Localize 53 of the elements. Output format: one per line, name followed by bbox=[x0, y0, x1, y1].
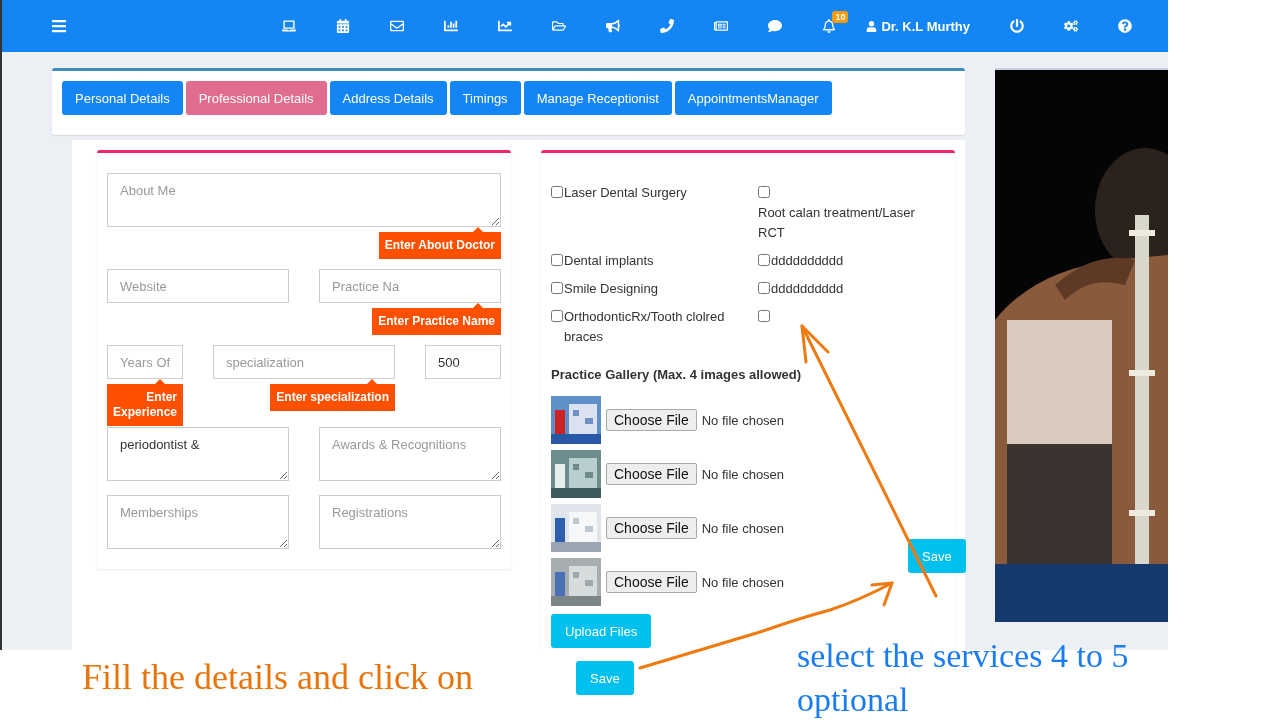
website-field[interactable]: Website bbox=[107, 269, 289, 303]
annotation-text: select the services 4 to 5 optional bbox=[797, 636, 1130, 720]
service-label: OrthodonticRx/Tooth clolred braces bbox=[564, 308, 726, 346]
service-label: Root calan treatment/Laser RCT bbox=[758, 204, 916, 242]
validation-tooltip: Enter About Doctor bbox=[378, 227, 501, 259]
about-me-field[interactable]: About Me bbox=[107, 173, 501, 227]
checkbox[interactable] bbox=[551, 186, 563, 198]
validation-tooltip: Enter specialization bbox=[270, 379, 395, 411]
service-label: Laser Dental Surgery bbox=[564, 184, 687, 202]
specialization-field[interactable]: specialization bbox=[213, 345, 395, 379]
annotation-text: Fill the details and click on bbox=[82, 656, 473, 698]
validation-tooltip: Enter Experience bbox=[107, 379, 183, 426]
tab[interactable]: AppointmentsManager bbox=[674, 81, 832, 115]
choose-file-button[interactable]: Choose File bbox=[606, 571, 697, 593]
validation-tooltip: Enter Practice Name bbox=[372, 303, 501, 335]
tab[interactable]: Timings bbox=[449, 81, 521, 115]
file-status: No file chosen bbox=[701, 412, 785, 428]
notification-badge: 10 bbox=[832, 11, 849, 23]
service-label: Smile Designing bbox=[564, 280, 658, 298]
checkbox[interactable] bbox=[758, 282, 770, 294]
fee-field[interactable]: 500 bbox=[425, 345, 501, 379]
experience-field[interactable]: Years Of bbox=[107, 345, 183, 379]
tab[interactable]: Professional Details bbox=[185, 81, 327, 115]
registrations-field[interactable]: Registrations bbox=[319, 495, 501, 549]
memberships-field[interactable]: Memberships bbox=[107, 495, 289, 549]
choose-file-button[interactable]: Choose File bbox=[606, 463, 697, 485]
tab[interactable]: Address Details bbox=[329, 81, 447, 115]
service-label: dddddddddd bbox=[771, 280, 844, 298]
tab[interactable]: Manage Receptionist bbox=[523, 81, 672, 115]
save-button[interactable]: Save bbox=[908, 539, 966, 573]
qualification-field[interactable]: periodontist & bbox=[107, 427, 289, 481]
save-button[interactable]: Save bbox=[576, 661, 634, 695]
checkbox[interactable] bbox=[758, 310, 770, 322]
choose-file-button[interactable]: Choose File bbox=[606, 409, 697, 431]
practice-name-field[interactable]: Practice Na bbox=[319, 269, 501, 303]
checkbox[interactable] bbox=[758, 186, 770, 198]
service-label: dddddddddd bbox=[771, 252, 844, 270]
checkbox[interactable] bbox=[551, 310, 563, 322]
checkbox[interactable] bbox=[551, 282, 563, 294]
service-label: Dental implants bbox=[564, 252, 654, 270]
user-menu[interactable]: Dr. K.L Murthy bbox=[856, 18, 990, 34]
file-status: No file chosen bbox=[701, 466, 785, 482]
upload-button[interactable]: Upload Files bbox=[551, 614, 652, 648]
gallery-title: Practice Gallery (Max. 4 images allowed) bbox=[551, 367, 802, 382]
tab[interactable]: Personal Details bbox=[62, 81, 183, 115]
checkbox[interactable] bbox=[551, 254, 563, 266]
checkbox[interactable] bbox=[758, 254, 770, 266]
choose-file-button[interactable]: Choose File bbox=[606, 517, 697, 539]
file-status: No file chosen bbox=[701, 520, 785, 536]
user-icon bbox=[866, 20, 878, 32]
file-status: No file chosen bbox=[701, 574, 785, 590]
bell-icon[interactable] bbox=[822, 19, 837, 33]
awards-field[interactable]: Awards & Recognitions bbox=[319, 427, 501, 481]
